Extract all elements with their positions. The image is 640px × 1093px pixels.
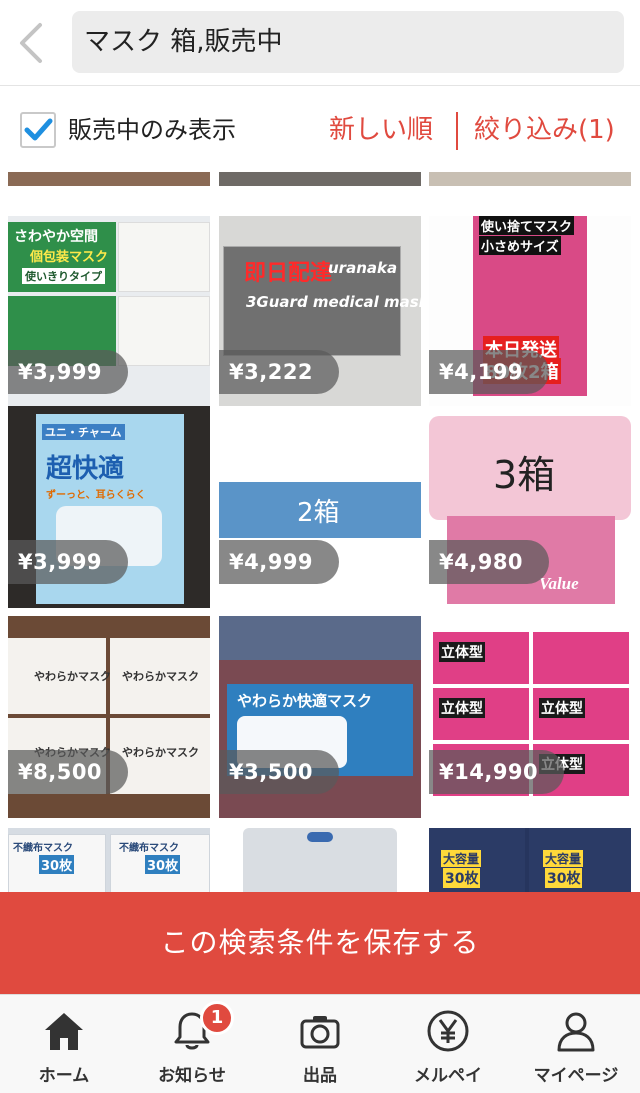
- tab-label: ホーム: [38, 1066, 90, 1086]
- product-image: さわやか空間 個包装マスク 使いきりタイプ: [8, 222, 116, 292]
- divider: [456, 112, 458, 150]
- product-image: 大容量 30枚: [429, 828, 525, 892]
- person-icon: [557, 1012, 595, 1052]
- product-card[interactable]: 不織布マスク 30枚 不織布マスク 30枚: [8, 828, 210, 892]
- price-tag: ¥14,990: [429, 750, 565, 794]
- product-image: 不織布マスク 30枚: [8, 834, 106, 892]
- tab-label: 出品: [303, 1066, 337, 1086]
- tab-label: お知らせ: [158, 1066, 226, 1086]
- price-tag: ¥4,199: [429, 350, 550, 394]
- product-card[interactable]: 即日配達 uranaka 3Guard medical mask ¥3,222: [219, 216, 421, 418]
- product-image: 立体型: [433, 632, 529, 684]
- tab-mypage[interactable]: マイページ: [512, 995, 640, 1093]
- product-card[interactable]: さわやか空間 個包装マスク 使いきりタイプ ¥3,999: [8, 216, 210, 418]
- price-tag: ¥3,222: [219, 350, 340, 394]
- product-card[interactable]: 2箱 ¥4,999: [219, 406, 421, 608]
- tab-label: メルペイ: [414, 1066, 482, 1086]
- filter-button[interactable]: 絞り込み(1): [474, 110, 615, 150]
- product-card[interactable]: 大容量 30枚 大容量 30枚: [429, 828, 631, 892]
- home-icon: [45, 1013, 83, 1050]
- price-tag: ¥8,500: [8, 750, 129, 794]
- tab-home[interactable]: ホーム: [0, 995, 128, 1093]
- sort-button[interactable]: 新しい順: [329, 110, 433, 150]
- product-card[interactable]: 3箱 Value ¥4,980: [429, 406, 631, 608]
- product-card[interactable]: やわらかマスク やわらかマスク やわらかマスク やわらかマスク ¥8,500: [8, 616, 210, 818]
- product-grid: さわやか空間 個包装マスク 使いきりタイプ ¥3,999 即日配達 uranak…: [0, 172, 640, 892]
- product-image: 3箱: [429, 416, 631, 520]
- price-tag: ¥3,999: [8, 350, 129, 394]
- price-tag: ¥3,999: [8, 540, 129, 584]
- product-card[interactable]: [219, 828, 421, 892]
- product-card-partial[interactable]: [8, 172, 210, 186]
- product-image: やわらかマスク: [8, 638, 111, 714]
- tab-merpay[interactable]: メルペイ: [384, 995, 512, 1093]
- product-card-partial[interactable]: [219, 172, 421, 186]
- tab-label: マイページ: [533, 1066, 619, 1086]
- price-tag: ¥3,500: [219, 750, 340, 794]
- back-button[interactable]: [14, 22, 46, 64]
- price-tag: ¥4,999: [219, 540, 340, 584]
- product-card[interactable]: ユニ・チャーム 超快適 ずーっと、耳らくらく ¥3,999: [8, 406, 210, 608]
- tab-sell[interactable]: 出品: [256, 995, 384, 1093]
- product-card[interactable]: 立体型 立体型 立体型 立体型 ¥14,990: [429, 616, 631, 818]
- tab-notifications[interactable]: 1 お知らせ: [128, 995, 256, 1093]
- product-image: 2箱: [219, 482, 421, 538]
- checkmark-icon: [24, 118, 53, 141]
- chevron-left-icon: [20, 23, 42, 63]
- search-input[interactable]: マスク 箱,販売中: [72, 11, 624, 73]
- camera-icon: [300, 1016, 340, 1049]
- yen-icon: [427, 1010, 469, 1052]
- product-card[interactable]: やわらか快適マスク ¥3,500: [219, 616, 421, 818]
- product-card-partial[interactable]: [429, 172, 631, 186]
- product-image: [243, 828, 397, 892]
- product-card[interactable]: 使い捨てマスク 小さめサイズ 本日発送 80枚2箱 ¥4,199: [429, 216, 631, 418]
- notification-badge: 1: [200, 1001, 234, 1035]
- tab-bar: ホーム 1 お知らせ 出品 メルペイ マイページ: [0, 994, 640, 1093]
- price-tag: ¥4,980: [429, 540, 550, 584]
- save-search-button[interactable]: この検索条件を保存する: [0, 892, 640, 994]
- on-sale-only-label[interactable]: 販売中のみ表示: [68, 112, 236, 148]
- on-sale-only-checkbox[interactable]: [20, 112, 56, 148]
- header: マスク 箱,販売中: [0, 0, 640, 86]
- product-image: 即日配達 uranaka 3Guard medical mask: [223, 246, 421, 356]
